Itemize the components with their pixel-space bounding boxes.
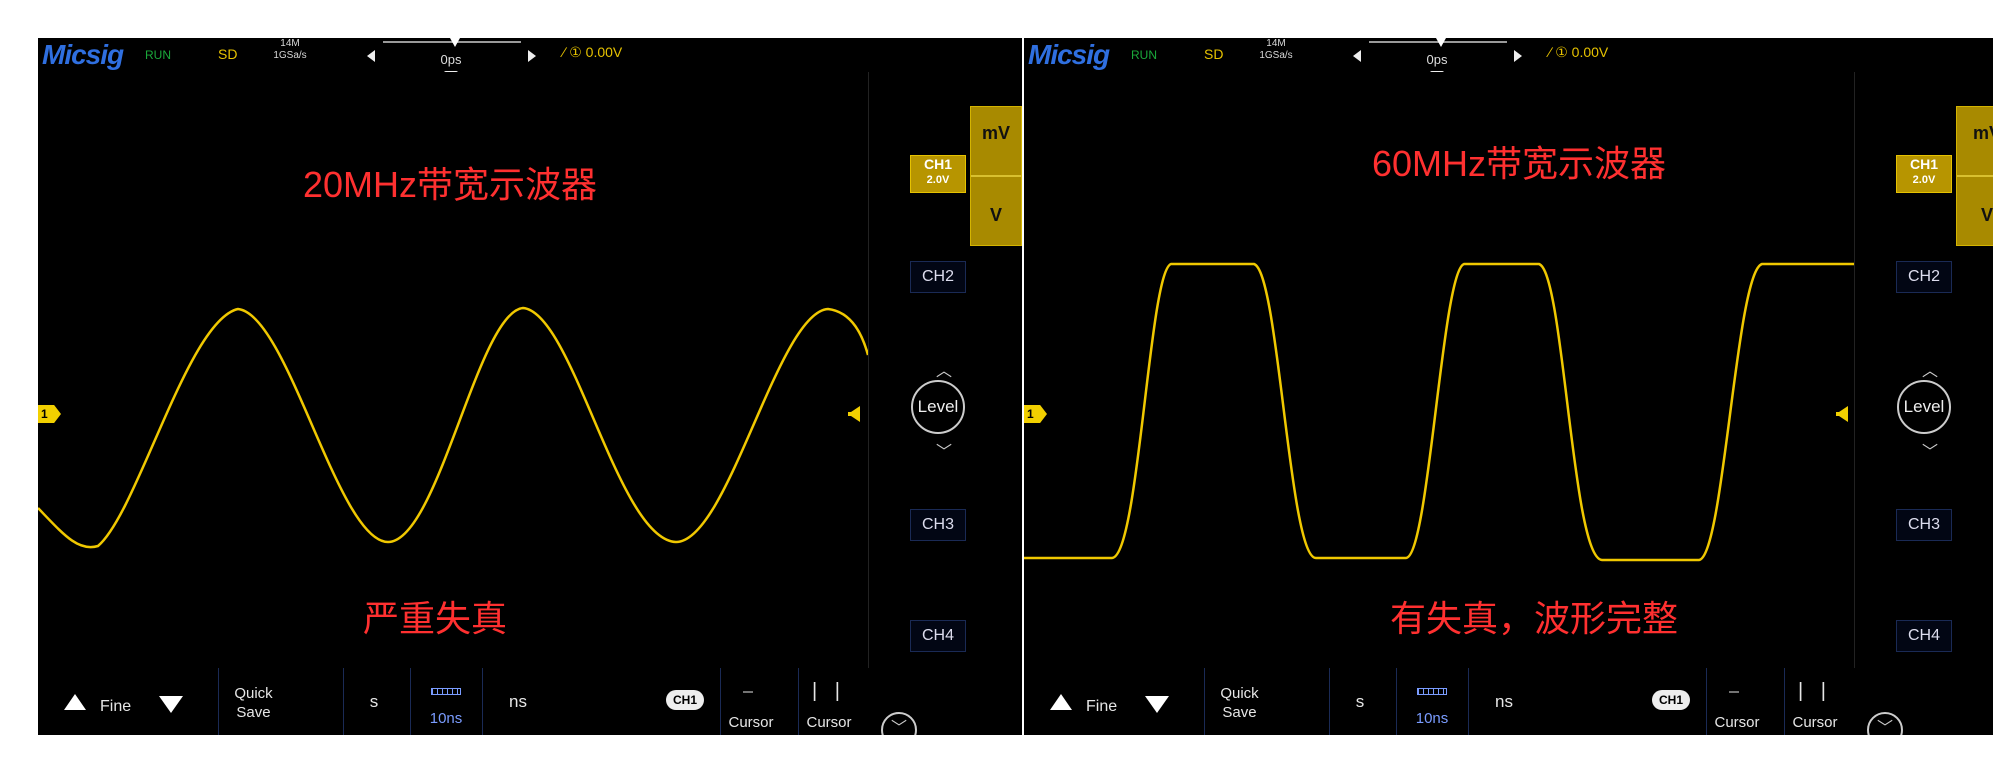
trigger-level-arrow-icon[interactable] bbox=[848, 406, 860, 422]
waveform-area[interactable]: 20MHz带宽示波器 严重失真 1 bbox=[38, 72, 869, 668]
bottom-toolbar: Fine Quick Save s 10ns ns CH1 ⎯ Cursor |… bbox=[1024, 668, 1993, 735]
volt-mv-button[interactable]: mV bbox=[971, 123, 1021, 144]
right-arrow-icon[interactable] bbox=[1514, 50, 1522, 62]
level-knob[interactable]: Level bbox=[1897, 380, 1951, 434]
vertical-cursor-button[interactable]: | | Cursor bbox=[798, 668, 859, 735]
overlay-title: 20MHz带宽示波器 bbox=[303, 164, 598, 205]
fine-label: Fine bbox=[100, 698, 132, 715]
horizontal-cursor-button[interactable]: ⎯ Cursor bbox=[720, 668, 781, 735]
chevron-down-icon[interactable]: ﹀ bbox=[1922, 438, 1938, 462]
menu-expand-icon[interactable]: ﹀ bbox=[1867, 712, 1903, 735]
run-status[interactable]: RUN bbox=[1131, 48, 1157, 62]
memory-info: 14M 1GSa/s bbox=[1259, 38, 1293, 61]
vertical-cursor-icon: | | bbox=[812, 680, 846, 702]
timeline-marker-icon bbox=[450, 38, 460, 47]
fine-label: Fine bbox=[1086, 698, 1118, 715]
quick-save-button[interactable]: Quick Save bbox=[1204, 668, 1274, 735]
volt-scale-panel[interactable]: mV V bbox=[1956, 106, 1993, 246]
trigger-level-arrow-icon[interactable] bbox=[1836, 406, 1848, 422]
status-bar: Micsig RUN SD 14M 1GSa/s 0ps T ∕ ① 0.00V bbox=[1024, 38, 1993, 85]
brand-logo: Micsig bbox=[1028, 39, 1110, 70]
menu-expand-icon[interactable]: ﹀ bbox=[881, 712, 917, 735]
chevron-up-icon[interactable]: ︿ bbox=[936, 357, 952, 381]
right-panel: mV V CH1 2.0V CH2 ︿ Level ﹀ CH3 CH4 bbox=[1856, 72, 1993, 668]
down-arrow-icon[interactable] bbox=[159, 696, 183, 713]
trigger-info[interactable]: ∕ ① 0.00V bbox=[1549, 44, 1608, 61]
timeline-marker-icon bbox=[1436, 38, 1446, 47]
horizontal-cursor-button[interactable]: ⎯ Cursor bbox=[1706, 668, 1767, 735]
left-arrow-icon[interactable] bbox=[1353, 50, 1361, 62]
fine-adjust: Fine bbox=[38, 668, 216, 735]
bottom-toolbar: Fine Quick Save s 10ns ns CH1 ⎯ Cursor |… bbox=[38, 668, 1022, 735]
vertical-cursor-icon: | | bbox=[1798, 680, 1832, 702]
brand-logo: Micsig bbox=[42, 39, 124, 70]
oscilloscope-screen-20mhz: Micsig RUN SD 14M 1GSa/s 0ps T ∕ ① 0.00V… bbox=[38, 38, 1022, 735]
ch1-button[interactable]: CH1 2.0V bbox=[910, 155, 966, 193]
unit-ns-button[interactable]: ns bbox=[482, 668, 553, 735]
ch1-button[interactable]: CH1 2.0V bbox=[1896, 155, 1952, 193]
vertical-cursor-button[interactable]: | | Cursor bbox=[1784, 668, 1845, 735]
memory-info: 14M 1GSa/s bbox=[273, 38, 307, 61]
ch3-button[interactable]: CH3 bbox=[1896, 509, 1952, 541]
ruler-icon bbox=[1417, 688, 1447, 695]
chevron-up-icon[interactable]: ︿ bbox=[1922, 357, 1938, 381]
acquisition-mode[interactable]: SD bbox=[1204, 46, 1223, 62]
ch3-button[interactable]: CH3 bbox=[910, 509, 966, 541]
ch1-source-button[interactable]: CH1 bbox=[1642, 668, 1704, 735]
oscilloscope-screen-60mhz: Micsig RUN SD 14M 1GSa/s 0ps T ∕ ① 0.00V… bbox=[1024, 38, 1993, 735]
horizontal-delay: 0ps bbox=[1426, 52, 1448, 67]
unit-ns-button[interactable]: ns bbox=[1468, 668, 1539, 735]
down-arrow-icon[interactable] bbox=[1145, 696, 1169, 713]
ch4-button[interactable]: CH4 bbox=[1896, 620, 1952, 652]
fine-adjust: Fine bbox=[1024, 668, 1202, 735]
right-arrow-icon[interactable] bbox=[528, 50, 536, 62]
acquisition-mode[interactable]: SD bbox=[218, 46, 237, 62]
volt-v-button[interactable]: V bbox=[1957, 205, 1993, 226]
timebase-control[interactable]: 10ns bbox=[1396, 668, 1467, 735]
trigger-info[interactable]: ∕ ① 0.00V bbox=[563, 44, 622, 61]
unit-s-button[interactable]: s bbox=[1329, 668, 1390, 735]
horizontal-delay: 0ps bbox=[440, 52, 462, 67]
run-status[interactable]: RUN bbox=[145, 48, 171, 62]
unit-s-button[interactable]: s bbox=[343, 668, 404, 735]
overlay-note: 有失真，波形完整 bbox=[1390, 598, 1679, 639]
overlay-note: 严重失真 bbox=[363, 598, 508, 639]
ch2-button[interactable]: CH2 bbox=[1896, 261, 1952, 293]
volt-scale-panel[interactable]: mV V bbox=[970, 106, 1022, 246]
volt-mv-button[interactable]: mV bbox=[1957, 123, 1993, 144]
ch4-button[interactable]: CH4 bbox=[910, 620, 966, 652]
ch2-button[interactable]: CH2 bbox=[910, 261, 966, 293]
waveform-area[interactable]: 60MHz带宽示波器 有失真，波形完整 1 bbox=[1024, 72, 1855, 668]
quick-save-button[interactable]: Quick Save bbox=[218, 668, 288, 735]
ruler-icon bbox=[431, 688, 461, 695]
status-bar: Micsig RUN SD 14M 1GSa/s 0ps T ∕ ① 0.00V bbox=[38, 38, 1022, 85]
overlay-title: 60MHz带宽示波器 bbox=[1372, 143, 1667, 184]
volt-v-button[interactable]: V bbox=[971, 205, 1021, 226]
up-arrow-icon[interactable] bbox=[1050, 694, 1072, 710]
up-arrow-icon[interactable] bbox=[64, 694, 86, 710]
left-arrow-icon[interactable] bbox=[367, 50, 375, 62]
right-panel: mV V CH1 2.0V CH2 ︿ Level ﹀ CH3 CH4 bbox=[870, 72, 1022, 668]
ch1-source-button[interactable]: CH1 bbox=[656, 668, 718, 735]
horizontal-cursor-icon: ⎯ bbox=[1729, 680, 1745, 702]
chevron-down-icon[interactable]: ﹀ bbox=[936, 438, 952, 462]
timebase-control[interactable]: 10ns bbox=[410, 668, 481, 735]
level-knob[interactable]: Level bbox=[911, 380, 965, 434]
horizontal-cursor-icon: ⎯ bbox=[743, 680, 759, 702]
